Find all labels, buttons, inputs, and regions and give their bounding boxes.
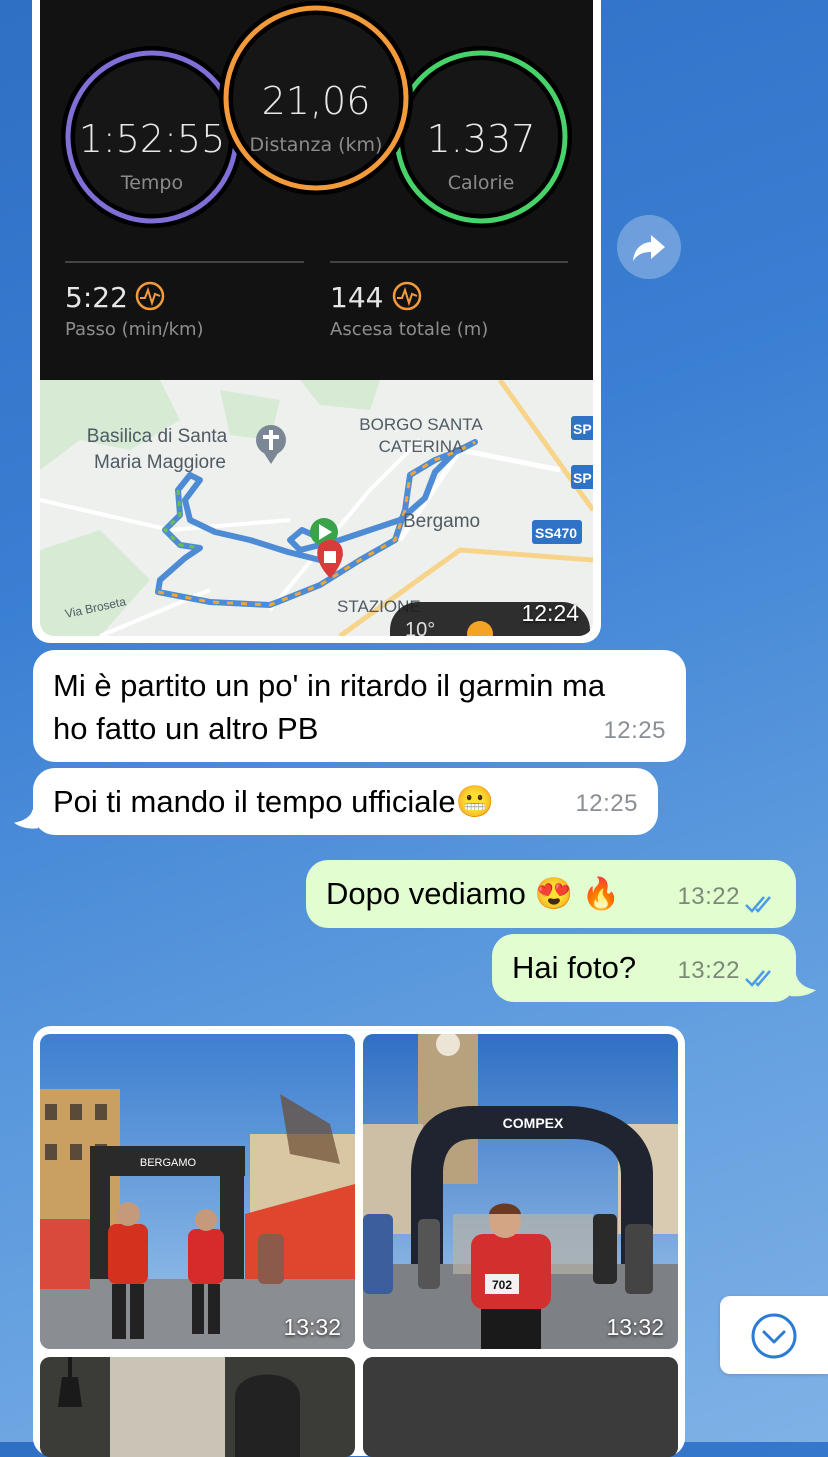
arch-brand: COMPEX [503, 1115, 564, 1131]
map-label-borgo: CATERINA [379, 437, 464, 456]
calories-value: 1.337 [427, 117, 536, 161]
pace-label: Passo (min/km) [65, 319, 204, 340]
route-map: Basilica di Santa Maria Maggiore BORGO S… [40, 380, 593, 636]
time-label: Tempo [120, 172, 183, 194]
scroll-to-bottom-button[interactable] [720, 1296, 828, 1374]
map-label-borgo: BORGO SANTA [359, 415, 483, 434]
message-time: 13:22 [677, 957, 740, 984]
incoming-message[interactable]: Poi ti mando il tempo ufficiale😬 12:25 [33, 768, 658, 835]
church-icon [256, 425, 286, 464]
message-text: Hai foto? [512, 950, 637, 985]
message-text: ho fatto un altro PB [53, 711, 319, 746]
photo-timestamp: 13:32 [606, 1314, 664, 1340]
time-value: 1:52:55 [79, 117, 226, 161]
photo-thumbnail[interactable] [40, 1357, 355, 1457]
message-text: Poi ti mando il tempo ufficiale😬 [53, 784, 495, 819]
map-label-city: Bergamo [403, 511, 480, 532]
incoming-message[interactable]: Mi è partito un po' in ritardo il garmin… [33, 650, 686, 762]
outgoing-message[interactable]: Hai foto? 13:22 [492, 934, 796, 1002]
ascent-value: 144 [330, 281, 384, 314]
map-label-basilica: Basilica di Santa [87, 426, 228, 447]
heart-rate-icon [392, 281, 422, 311]
read-receipt-icon [745, 970, 771, 987]
distance-label: Distanza (km) [250, 134, 383, 156]
message-text: Mi è partito un po' in ritardo il garmin… [53, 668, 606, 703]
read-receipt-icon [745, 896, 771, 913]
photo-timestamp: 13:32 [283, 1314, 341, 1340]
bubble-tail [790, 974, 816, 997]
chevron-down-icon [751, 1313, 797, 1359]
temperature: 10° [405, 619, 435, 636]
garmin-summary: 1:52:55 Tempo 21,06 Distanza (km) 1.337 … [40, 0, 593, 380]
ascent-label: Ascesa totale (m) [330, 319, 489, 340]
photo-thumbnail[interactable]: BERGAMO 13:32 [40, 1034, 355, 1349]
heart-rate-icon [135, 281, 165, 311]
race-bib: 702 [492, 1278, 512, 1292]
forward-button[interactable] [617, 215, 681, 279]
map-label-basilica: Maria Maggiore [94, 452, 226, 473]
bubble-tail [14, 809, 38, 829]
photo-thumbnail[interactable]: COMPEX 702 13:32 [363, 1034, 678, 1349]
distance-value: 21,06 [262, 79, 371, 123]
message-time: 13:22 [677, 883, 740, 910]
calories-label: Calorie [448, 172, 515, 194]
pace-value: 5:22 [65, 281, 128, 314]
finish-banner: BERGAMO [140, 1157, 197, 1169]
photo-thumbnail[interactable] [363, 1357, 678, 1457]
road-sign: SP [573, 470, 592, 486]
message-time: 12:25 [575, 790, 638, 817]
road-sign: SS470 [535, 525, 577, 541]
message-text: Dopo vediamo 😍 🔥 [326, 876, 621, 911]
image-timestamp: 12:24 [521, 600, 579, 626]
outgoing-message[interactable]: Dopo vediamo 😍 🔥 13:22 [306, 860, 796, 928]
forward-icon [633, 235, 665, 261]
message-time: 12:25 [603, 717, 666, 744]
road-sign: SP [573, 421, 592, 437]
